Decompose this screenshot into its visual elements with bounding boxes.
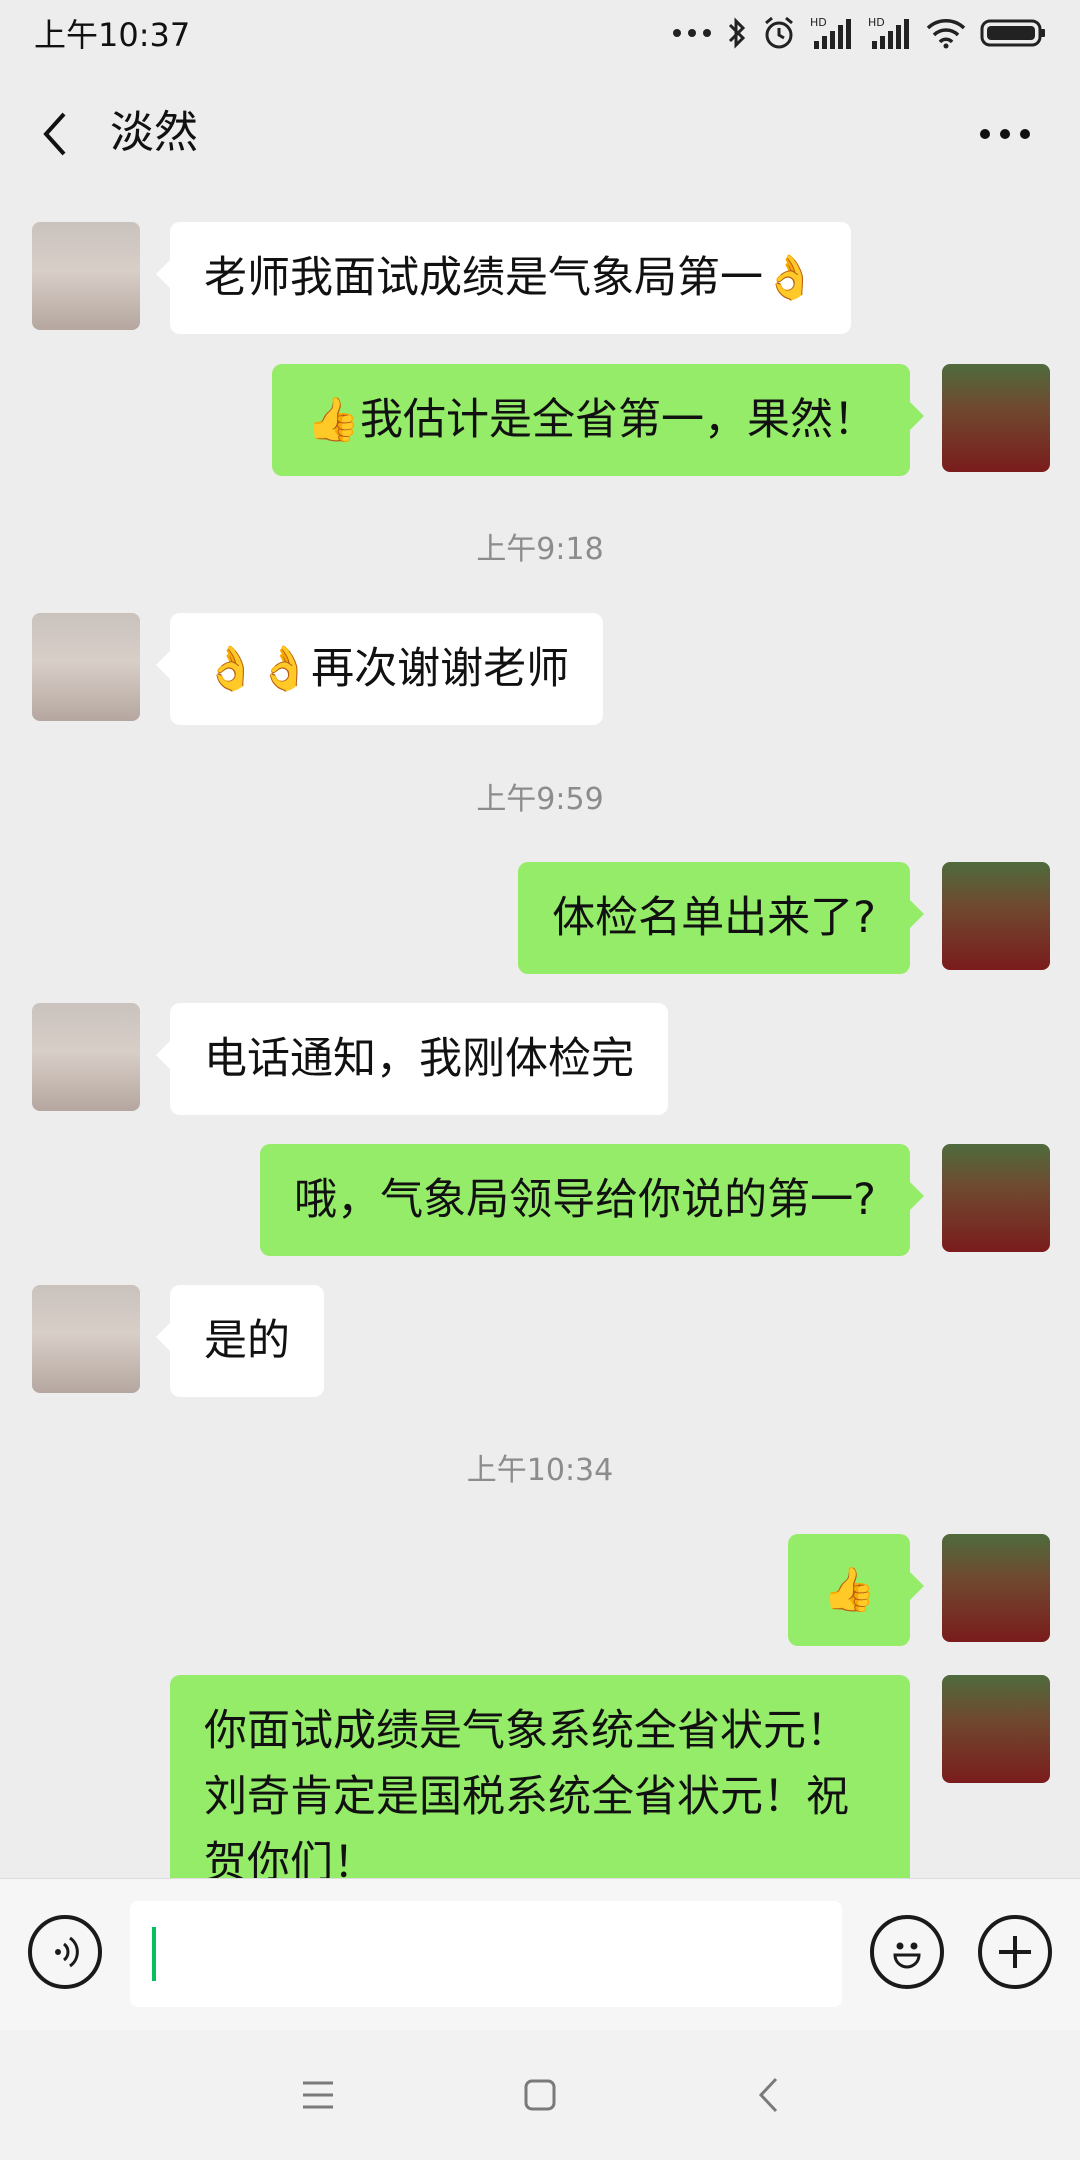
status-bar: 上午10:37 HD HD bbox=[0, 0, 1080, 66]
voice-icon bbox=[55, 1936, 79, 1968]
message-bubble-received[interactable]: 老师我面试成绩是气象局第一👌 bbox=[156, 222, 851, 334]
contact-avatar[interactable] bbox=[32, 1285, 140, 1393]
back-icon bbox=[758, 2077, 778, 2113]
back-button[interactable] bbox=[30, 104, 80, 164]
message-bubble-sent[interactable]: 👍我估计是全省第一，果然！ bbox=[272, 364, 924, 476]
alarm-icon bbox=[762, 13, 796, 53]
my-avatar[interactable] bbox=[942, 1144, 1050, 1252]
emoji-button[interactable] bbox=[870, 1915, 944, 1989]
my-avatar[interactable] bbox=[942, 862, 1050, 970]
message-timestamp: 上午10:34 bbox=[466, 1453, 614, 1488]
my-avatar[interactable] bbox=[942, 1675, 1050, 1783]
hd-signal-icon: HD bbox=[810, 13, 854, 53]
contact-avatar[interactable] bbox=[32, 1003, 140, 1111]
my-avatar[interactable] bbox=[942, 364, 1050, 472]
message-timestamp: 上午9:18 bbox=[476, 532, 604, 567]
more-dots-icon bbox=[980, 129, 1030, 139]
more-button[interactable] bbox=[970, 106, 1040, 162]
chat-header: 淡然 bbox=[0, 66, 1080, 200]
contact-avatar[interactable] bbox=[32, 613, 140, 721]
voice-button[interactable] bbox=[28, 1915, 102, 1989]
my-avatar[interactable] bbox=[942, 1534, 1050, 1642]
input-bar bbox=[0, 1878, 1080, 2030]
battery-icon bbox=[980, 13, 1046, 53]
hd-label: HD bbox=[868, 16, 885, 29]
message-bubble-sent[interactable]: 👍 bbox=[788, 1534, 924, 1646]
bluetooth-icon bbox=[726, 13, 748, 53]
message-bubble-sent[interactable]: 哦，气象局领导给你说的第一? bbox=[260, 1144, 924, 1256]
more-dots-icon bbox=[672, 13, 712, 53]
emoji-icon bbox=[893, 1942, 921, 1969]
home-icon bbox=[524, 2079, 556, 2111]
plus-button[interactable] bbox=[978, 1915, 1052, 1989]
status-icons: HD HD bbox=[672, 13, 1046, 53]
text-cursor bbox=[152, 1927, 156, 1981]
menu-icon bbox=[303, 2081, 333, 2109]
hd-signal-icon: HD bbox=[868, 13, 912, 53]
message-timestamp: 上午9:59 bbox=[476, 782, 604, 817]
message-bubble-sent[interactable]: 体检名单出来了? bbox=[518, 862, 924, 974]
plus-icon bbox=[999, 1936, 1031, 1968]
contact-avatar[interactable] bbox=[32, 222, 140, 330]
message-bubble-received[interactable]: 电话通知，我刚体检完 bbox=[156, 1003, 668, 1115]
nav-menu-button[interactable] bbox=[288, 2070, 348, 2120]
message-bubble-received[interactable]: 👌👌再次谢谢老师 bbox=[155, 613, 604, 725]
nav-back-button[interactable] bbox=[738, 2070, 798, 2120]
hd-label: HD bbox=[810, 16, 827, 29]
system-nav-bar bbox=[0, 2030, 1080, 2160]
chevron-left-icon bbox=[43, 112, 66, 156]
nav-home-button[interactable] bbox=[510, 2070, 570, 2120]
message-bubble-sent[interactable]: 你面试成绩是气象系统全省状元！刘奇肯定是国税系统全省状元！祝贺你们！ bbox=[170, 1675, 910, 1885]
message-bubble-received[interactable]: 是的 bbox=[156, 1285, 324, 1397]
wifi-icon bbox=[926, 13, 966, 53]
chat-title: 淡然 bbox=[110, 107, 198, 158]
message-input[interactable] bbox=[130, 1901, 842, 2007]
status-time: 上午10:37 bbox=[34, 16, 191, 54]
